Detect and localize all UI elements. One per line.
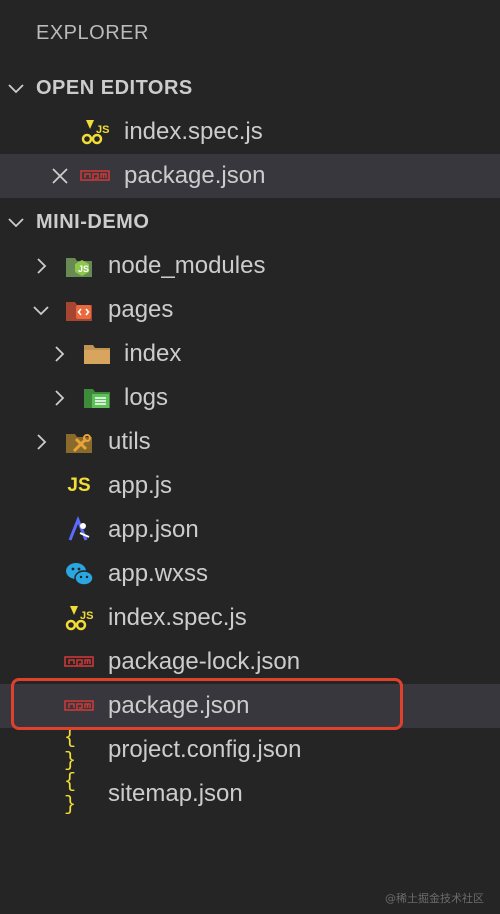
tree-item-label: app.json [108,516,199,543]
highlight-box [11,678,403,730]
open-editor-item[interactable]: JS index.spec.js [0,110,500,154]
chevron-right-icon [46,376,72,420]
tree-file-app-wxss[interactable]: app.wxss [0,552,500,596]
wechat-icon [64,559,94,589]
tree-file-index-spec-js[interactable]: JS index.spec.js [0,596,500,640]
tree-item-label: package-lock.json [108,648,301,675]
app-json-icon [64,515,94,545]
tree-item-label: project.config.json [108,736,302,763]
tree-item-label: sitemap.json [108,780,243,807]
tree-folder-index[interactable]: index [0,332,500,376]
npm-icon [64,647,94,677]
section-open-editors[interactable]: OPEN EDITORS [0,66,500,110]
svg-text:JS: JS [96,124,109,136]
chevron-down-icon [28,288,54,332]
svg-text:JS: JS [80,610,93,622]
utils-folder-icon [64,427,94,457]
jest-icon: JS [80,117,110,147]
section-label: OPEN EDITORS [36,76,193,99]
chevron-right-icon [28,420,54,464]
jest-icon: JS [64,603,94,633]
json-braces-icon: { } [64,771,77,817]
tree-folder-node-modules[interactable]: JS node_modules [0,244,500,288]
tree-folder-utils[interactable]: utils [0,420,500,464]
svg-text:JS: JS [78,264,89,274]
tree-item-label: utils [108,428,151,455]
tree-item-label: app.js [108,472,173,499]
logs-folder-icon [82,383,112,413]
folder-icon [82,339,112,369]
open-editor-item-selected[interactable]: package.json [0,154,500,198]
tree-file-app-json[interactable]: app.json [0,508,500,552]
tree-item-label: app.wxss [108,560,209,587]
tree-item-label: index.spec.js [108,604,247,631]
node-folder-icon: JS [64,251,94,281]
tree-file-app-js[interactable]: JS app.js [0,464,500,508]
tree-file-project-config-json[interactable]: { } project.config.json [0,727,500,773]
tree-item-label: node_modules [108,252,266,279]
tree-item-label: index [124,340,182,367]
tree-item-label: logs [124,384,169,411]
npm-icon [80,161,110,191]
tree-item-label: pages [108,296,174,323]
json-braces-icon: { } [64,727,77,773]
chevron-right-icon [46,332,72,376]
watermark: @稀土掘金技术社区 [385,892,484,905]
tree-folder-logs[interactable]: logs [0,376,500,420]
tree-file-sitemap-json[interactable]: { } sitemap.json [0,771,500,817]
chevron-right-icon [28,244,54,288]
open-editor-label: package.json [124,162,266,189]
js-icon: JS [67,475,91,496]
close-icon[interactable] [48,154,72,198]
section-mini-demo[interactable]: MINI-DEMO [0,200,500,244]
pages-folder-icon [64,295,94,325]
tree-folder-pages[interactable]: pages [0,288,500,332]
chevron-down-icon [3,66,29,110]
chevron-down-icon [3,200,29,244]
explorer-title: EXPLORER [36,22,149,44]
open-editor-label: index.spec.js [124,118,263,145]
section-label: MINI-DEMO [36,210,150,233]
